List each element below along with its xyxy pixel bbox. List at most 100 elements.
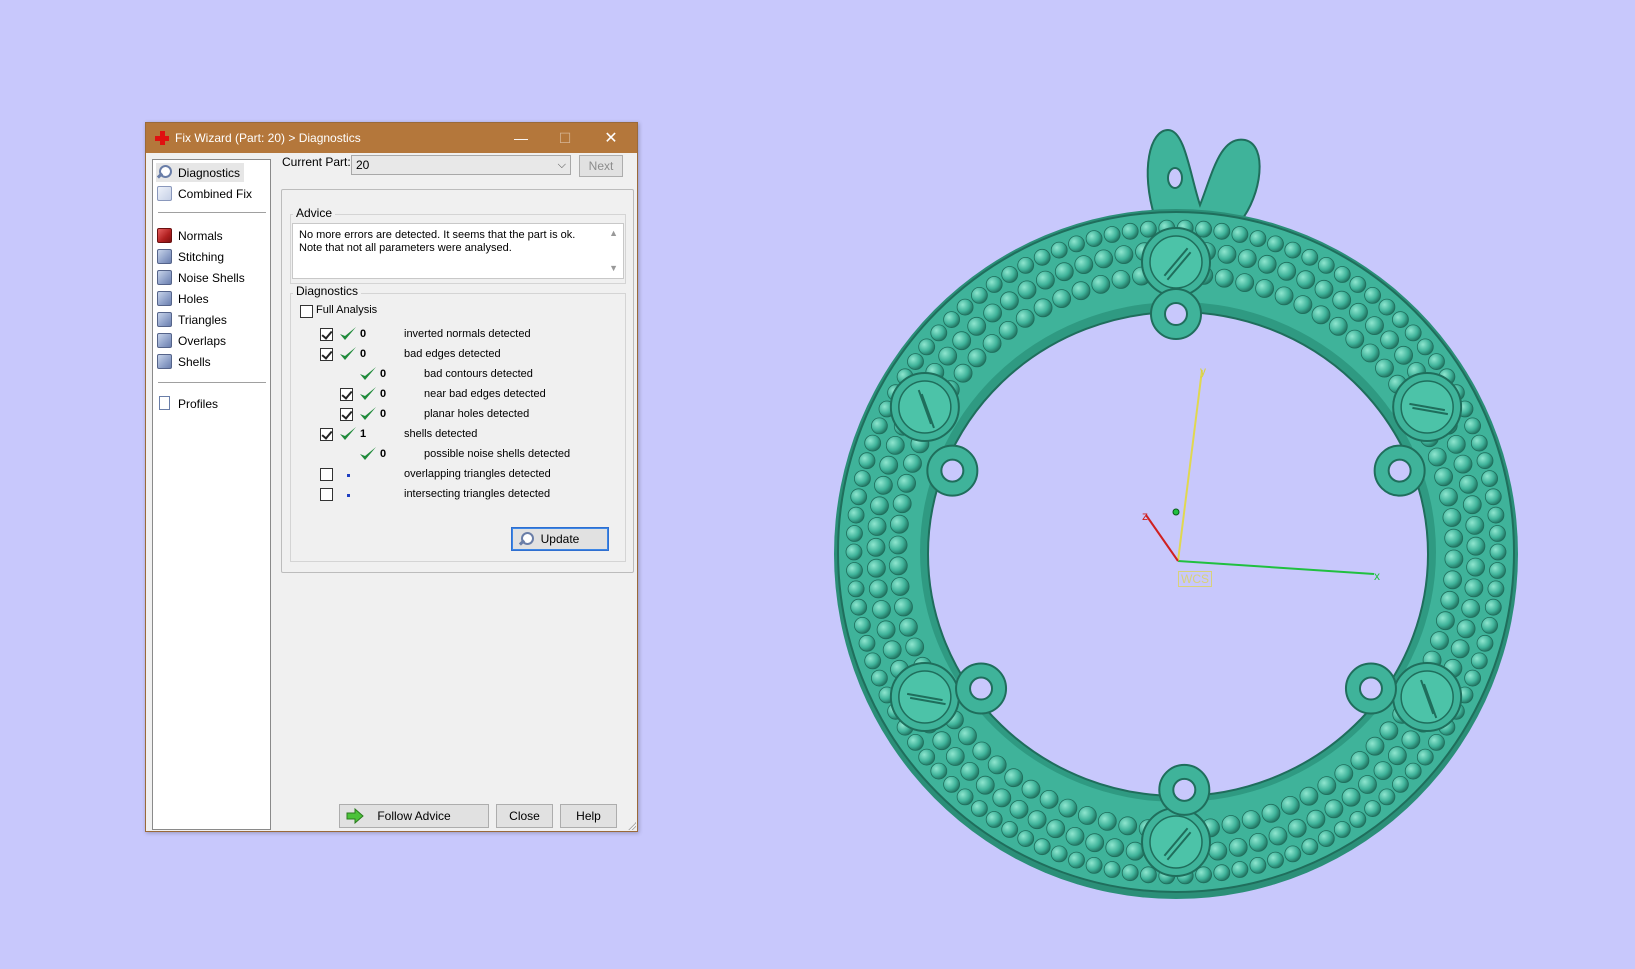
nav-item-label: Stitching [178, 249, 225, 264]
next-button[interactable]: Next [579, 155, 623, 177]
diagnostic-label: shells detected [404, 428, 478, 440]
diagnostic-count: 0 [360, 348, 367, 360]
current-part-value: 20 [356, 158, 370, 172]
nav-divider [158, 382, 266, 383]
diagnostic-count: 0 [380, 388, 387, 400]
nav-item-normals[interactable]: Normals [156, 226, 227, 245]
normals-icon [156, 227, 173, 244]
follow-advice-button[interactable]: Follow Advice [339, 804, 489, 828]
wcs-label: WCS [1178, 571, 1212, 587]
nav-item-holes[interactable]: Holes [156, 289, 213, 308]
diagnostic-checkbox[interactable] [320, 428, 333, 441]
green-check-icon [360, 447, 376, 460]
diagnostic-checkbox[interactable] [320, 328, 333, 341]
holes-icon [156, 290, 173, 307]
axis-y-label: y [1200, 364, 1206, 378]
nav-item-label: Normals [178, 228, 223, 243]
axis-x-label: x [1374, 569, 1380, 583]
diagnostic-count: 0 [380, 368, 387, 380]
diagnostic-label: bad edges detected [404, 348, 501, 360]
green-check-icon [340, 347, 356, 360]
follow-advice-label: Follow Advice [377, 809, 451, 823]
diagnostic-count: 0 [360, 328, 367, 340]
close-window-button[interactable]: ✕ [589, 123, 633, 153]
nav-item-overlaps[interactable]: Overlaps [156, 331, 230, 350]
diagnostic-label: near bad edges detected [424, 388, 546, 400]
advice-legend: Advice [293, 206, 336, 220]
resize-grip[interactable] [626, 820, 636, 830]
green-check-icon [340, 327, 356, 340]
update-button[interactable]: Update [511, 527, 609, 551]
stitching-icon [156, 248, 173, 265]
nav-item-profiles[interactable]: Profiles [156, 394, 222, 413]
fix-wizard-dialog: Fix Wizard (Part: 20) > Diagnostics — ☐ … [145, 122, 638, 832]
nav-item-shells[interactable]: Shells [156, 352, 215, 371]
nav-item-combined-fix[interactable]: Combined Fix [156, 184, 256, 203]
update-label: Update [540, 532, 580, 546]
green-check-icon [340, 427, 356, 440]
scroll-up-icon[interactable]: ▲ [609, 227, 618, 240]
advice-line-1: No more errors are detected. It seems th… [299, 229, 576, 241]
minimize-button[interactable]: — [499, 123, 543, 153]
diagnostic-label: bad contours detected [424, 368, 533, 380]
shells-icon [156, 353, 173, 370]
full-analysis-checkbox[interactable] [300, 305, 313, 318]
red-cross-icon [155, 131, 169, 145]
chevron-down-icon: ⌵ [557, 159, 566, 171]
nav-item-label: Combined Fix [178, 186, 253, 201]
help-button[interactable]: Help [560, 804, 617, 828]
pending-dot-icon [347, 494, 350, 497]
nav-item-diagnostics[interactable]: Diagnostics [156, 163, 245, 182]
window-title: Fix Wizard (Part: 20) > Diagnostics [175, 131, 361, 145]
overlaps-icon [156, 332, 173, 349]
wizard-nav: Diagnostics Combined Fix Normals Stitchi… [152, 159, 271, 830]
title-bar[interactable]: Fix Wizard (Part: 20) > Diagnostics — ☐ … [146, 123, 637, 153]
diagnostic-label: inverted normals detected [404, 328, 531, 340]
noise-shells-icon [156, 269, 173, 286]
diagnostic-count: 1 [360, 428, 367, 440]
profiles-icon [156, 395, 173, 412]
diagnostic-count: 0 [380, 408, 387, 420]
nav-item-label: Noise Shells [178, 270, 245, 285]
diagnostic-checkbox[interactable] [340, 408, 353, 421]
axis-z-label: z [1142, 509, 1148, 523]
diagnostic-checkbox[interactable] [320, 348, 333, 361]
nav-item-triangles[interactable]: Triangles [156, 310, 231, 329]
nav-item-label: Overlaps [178, 333, 227, 348]
magnifier-icon [156, 164, 173, 181]
nav-item-stitching[interactable]: Stitching [156, 247, 228, 266]
green-arrow-icon [346, 808, 364, 824]
close-button[interactable]: Close [496, 804, 553, 828]
diagnostic-label: overlapping triangles detected [404, 468, 551, 480]
nav-item-noise-shells[interactable]: Noise Shells [156, 268, 249, 287]
triangles-icon [156, 311, 173, 328]
green-check-icon [360, 387, 376, 400]
nav-item-label: Triangles [178, 312, 227, 327]
nav-item-label: Shells [178, 354, 211, 369]
diagnostic-checkbox[interactable] [340, 388, 353, 401]
combined-fix-icon [156, 185, 173, 202]
nav-item-label: Profiles [178, 396, 219, 411]
diagnostic-count: 0 [380, 448, 387, 460]
pendant-bail [1146, 128, 1261, 224]
nav-item-label: Holes [178, 291, 209, 306]
current-part-select[interactable]: 20 ⌵ [351, 155, 571, 175]
green-check-icon [360, 407, 376, 420]
magnifier-icon [518, 531, 535, 548]
diagnostic-label: intersecting triangles detected [404, 488, 551, 500]
current-part-label: Current Part: [282, 155, 351, 169]
scroll-down-icon[interactable]: ▼ [609, 262, 618, 275]
advice-text: No more errors are detected. It seems th… [292, 223, 624, 279]
green-check-icon [360, 367, 376, 380]
pending-dot-icon [347, 474, 350, 477]
diagnostic-checkbox[interactable] [320, 488, 333, 501]
full-analysis-label: Full Analysis [316, 304, 378, 316]
maximize-button[interactable]: ☐ [543, 123, 587, 153]
diagnostic-label: planar holes detected [424, 408, 530, 420]
diagnostic-label: possible noise shells detected [424, 448, 571, 460]
diagnostics-legend: Diagnostics [293, 284, 362, 298]
advice-line-2: Note that not all parameters were analys… [299, 242, 512, 254]
diagnostic-checkbox[interactable] [320, 468, 333, 481]
nav-divider [158, 212, 266, 213]
nav-item-label: Diagnostics [178, 165, 241, 180]
